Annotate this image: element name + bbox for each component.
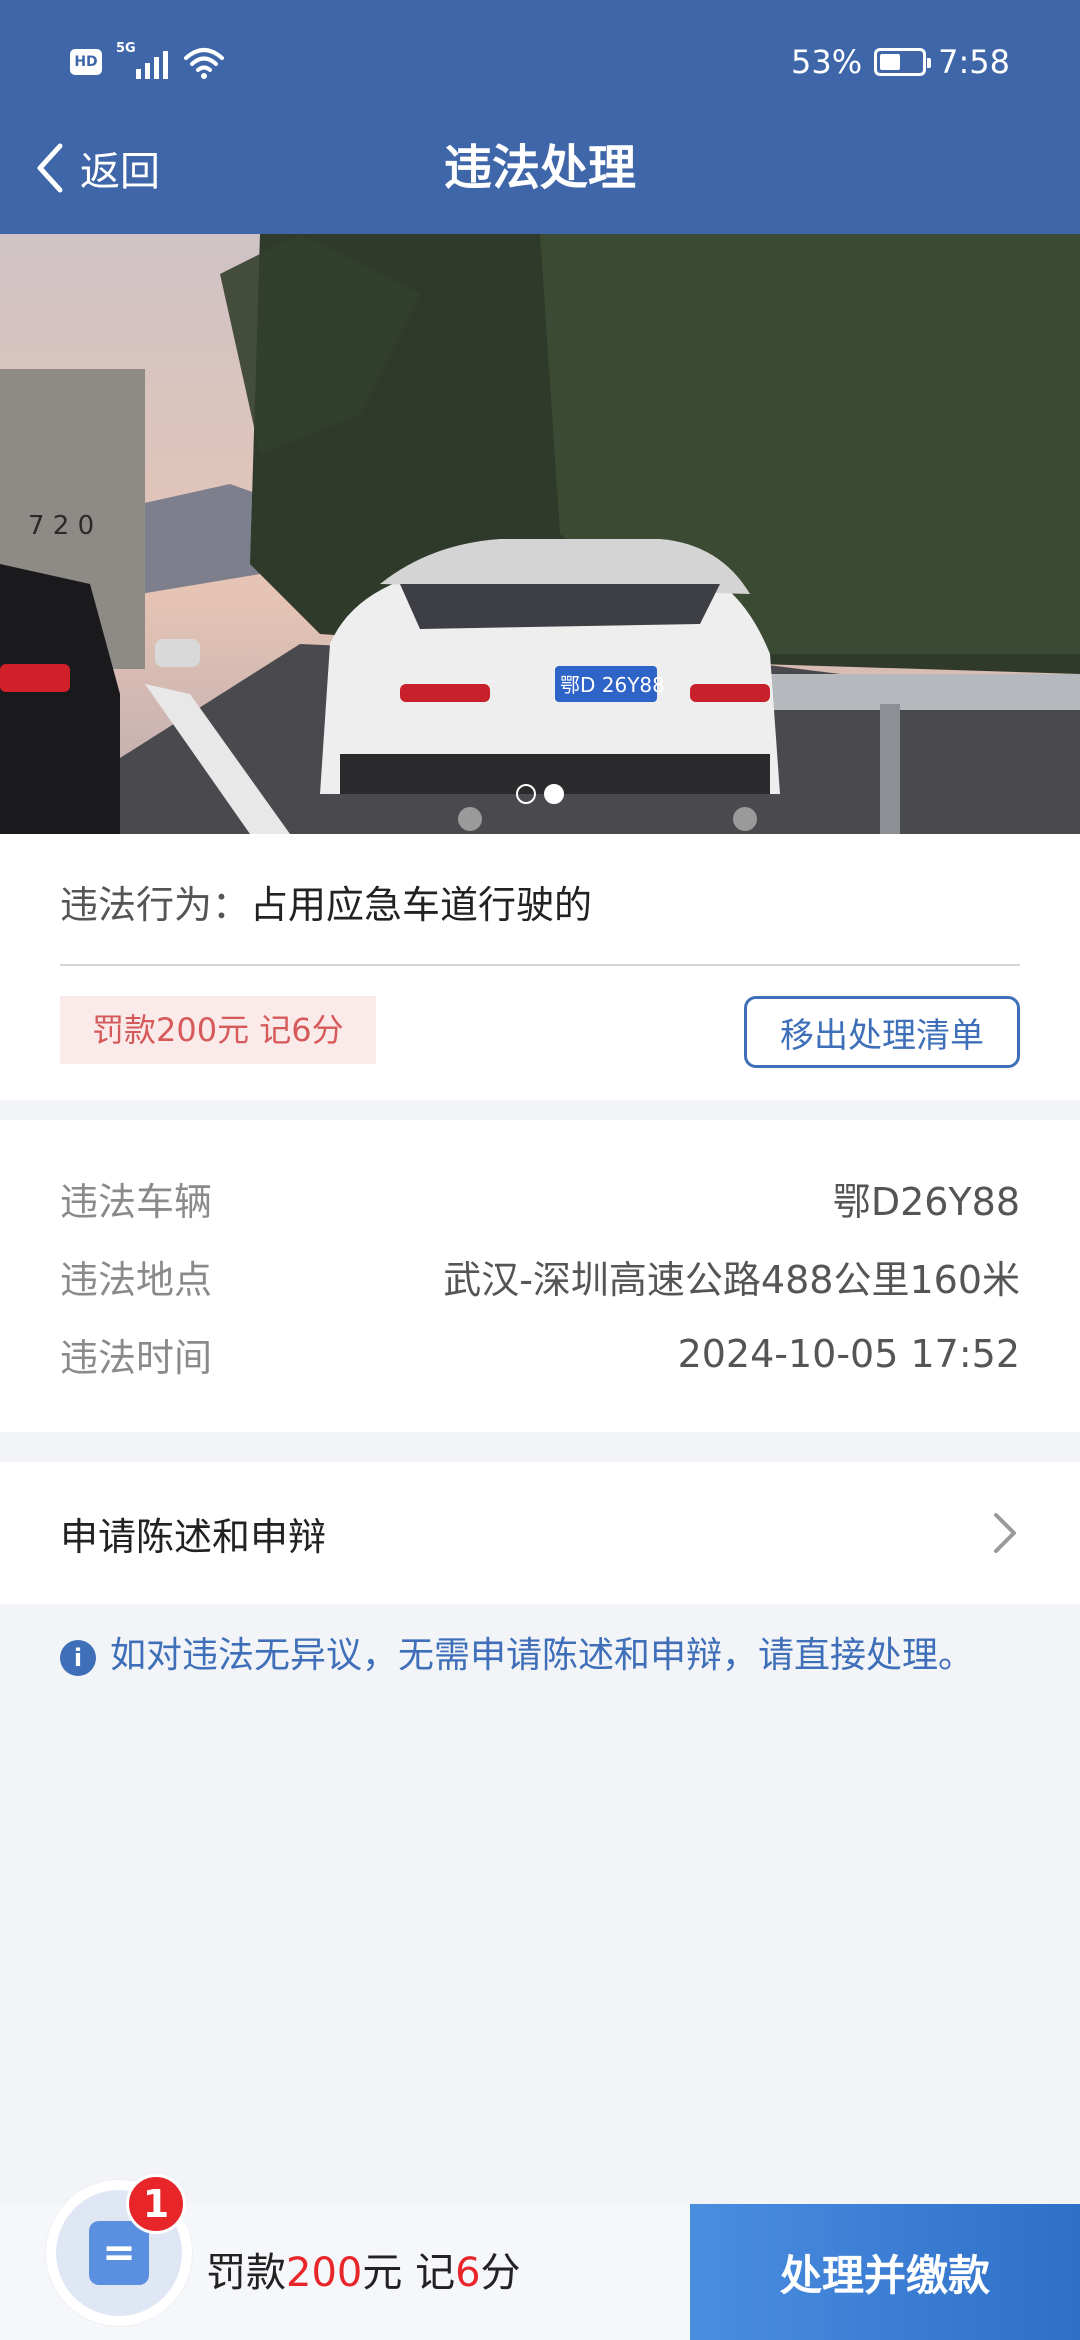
apply-appeal-label: 申请陈述和申辩 xyxy=(60,1514,327,1559)
battery-icon xyxy=(874,48,932,76)
detail-row-location: 违法地点 武汉-深圳高速公路488公里160米 xyxy=(60,1246,1020,1306)
detail-value: 鄂D26Y88 xyxy=(832,1179,1020,1224)
detail-row-time: 违法时间 2024-10-05 17:52 xyxy=(60,1324,1020,1384)
apply-appeal-row[interactable]: 申请陈述和申辩 xyxy=(0,1462,1080,1604)
process-and-pay-button[interactable]: 处理并缴款 xyxy=(690,2204,1080,2340)
truck-number: 7 2 0 xyxy=(28,511,94,541)
hd-icon: HD xyxy=(70,49,102,75)
info-icon: i xyxy=(60,1640,96,1676)
remove-from-list-button[interactable]: 移出处理清单 xyxy=(744,996,1020,1068)
violation-summary-card: 违法行为：占用应急车道行驶的 罚款200元 记6分 移出处理清单 xyxy=(0,834,1080,1100)
info-notice: i 如对违法无异议，无需申请陈述和申辩，请直接处理。 xyxy=(60,1630,980,1682)
penalty-tag: 罚款200元 记6分 xyxy=(60,996,376,1064)
divider xyxy=(60,964,1020,966)
detail-key: 违法时间 xyxy=(60,1335,213,1380)
detail-value: 武汉-深圳高速公路488公里160米 xyxy=(443,1257,1020,1302)
info-notice-text: 如对违法无异议，无需申请陈述和申辩，请直接处理。 xyxy=(110,1635,975,1676)
violation-behavior-value: 占用应急车道行驶的 xyxy=(250,883,593,927)
clock: 7:58 xyxy=(938,43,1010,81)
carousel-dot[interactable] xyxy=(516,784,536,804)
violation-behavior-key: 违法行为： xyxy=(60,883,251,927)
wifi-icon xyxy=(182,44,226,80)
cellular-signal-icon: 5G xyxy=(116,41,168,79)
list-count-badge: 1 xyxy=(126,2174,186,2234)
violation-details-card: 违法车辆 鄂D26Y88 违法地点 武汉-深圳高速公路488公里160米 违法时… xyxy=(0,1120,1080,1432)
points-value: 6 xyxy=(455,2250,481,2296)
header-bar: HD 5G 53% 7:58 返回 违法处理 xyxy=(0,0,1080,234)
detail-key: 违法地点 xyxy=(60,1257,213,1302)
violation-behavior: 违法行为：占用应急车道行驶的 xyxy=(60,874,592,929)
fine-amount: 200 xyxy=(286,2250,363,2296)
penalty-summary: 罚款200元 记6分 xyxy=(206,2250,521,2296)
status-bar-right: 53% 7:58 xyxy=(791,38,1010,86)
violation-photo: 7 2 0 鄂D 26Y88 xyxy=(0,234,1080,834)
status-bar-left: HD 5G xyxy=(70,38,226,86)
page-title: 违法处理 xyxy=(443,140,636,196)
detail-row-vehicle: 违法车辆 鄂D26Y88 xyxy=(60,1168,1020,1228)
detail-value: 2024-10-05 17:52 xyxy=(677,1332,1020,1376)
carousel-indicator xyxy=(0,784,1080,804)
chevron-right-icon xyxy=(994,1513,1016,1553)
document-list-icon: = xyxy=(89,2221,149,2285)
detail-key: 违法车辆 xyxy=(60,1179,213,1224)
license-plate-text: 鄂D 26Y88 xyxy=(560,673,665,697)
violation-photo-carousel[interactable]: 7 2 0 鄂D 26Y88 xyxy=(0,234,1080,834)
carousel-dot-active[interactable] xyxy=(544,784,564,804)
screen: HD 5G 53% 7:58 返回 违法处理 7 2 0 鄂D 26Y88 违法… xyxy=(0,0,1080,2340)
battery-percent: 53% xyxy=(791,43,863,81)
